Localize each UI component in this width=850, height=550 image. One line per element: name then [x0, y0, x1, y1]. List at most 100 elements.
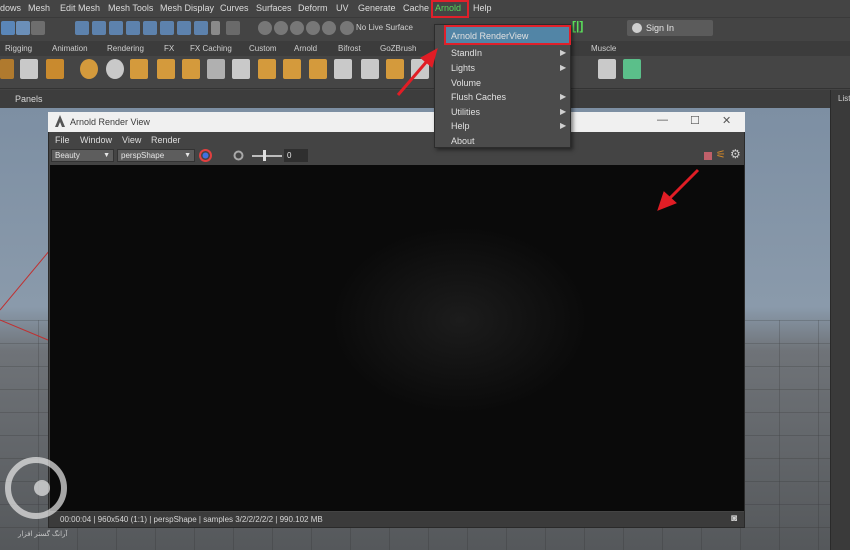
shelf-tool-icon[interactable]	[0, 59, 14, 79]
bracket-icon[interactable]: [|]	[572, 19, 583, 33]
chevron-right-icon: ▶	[560, 63, 567, 72]
bracket-tool-icon[interactable]	[130, 59, 148, 79]
checker-icon[interactable]	[598, 59, 616, 79]
minimize-icon[interactable]: —	[657, 114, 668, 126]
aov-select[interactable]: Beauty ▼	[51, 149, 114, 162]
shelf-tab-animation[interactable]: Animation	[52, 44, 88, 53]
frame-icon[interactable]	[334, 59, 352, 79]
corner-icon[interactable]	[386, 59, 404, 79]
cube-outline-icon[interactable]	[182, 59, 200, 79]
move-icon[interactable]	[75, 21, 89, 35]
menu-uv[interactable]: UV	[336, 3, 349, 13]
gear-icon[interactable]: ⚙	[730, 147, 741, 161]
rv-menu-file[interactable]: File	[55, 135, 70, 145]
menu-windows[interactable]: dows	[0, 3, 21, 13]
snap-curve-icon[interactable]	[143, 21, 157, 35]
channel-box-panel	[830, 90, 850, 550]
menu-surfaces[interactable]: Surfaces	[256, 3, 292, 13]
watermark-text: آرانگ گستر افزار	[18, 531, 68, 538]
menu-mesh-tools[interactable]: Mesh Tools	[108, 3, 153, 13]
network-icon[interactable]	[623, 59, 641, 79]
annotation-highlight-box	[431, 0, 469, 18]
constraint-icon[interactable]	[322, 21, 336, 35]
exposure-slider-thumb[interactable]	[263, 150, 266, 161]
watermark-logo	[5, 457, 67, 519]
lasso-icon[interactable]	[16, 21, 30, 35]
chevron-down-icon: ▼	[184, 152, 191, 159]
pencil-icon[interactable]	[232, 59, 250, 79]
menu-item-flush-caches[interactable]: Flush Caches	[451, 92, 506, 102]
menu-mesh[interactable]: Mesh	[28, 3, 50, 13]
shelf-tab-bifrost[interactable]: Bifrost	[338, 44, 361, 53]
live-surface-icon[interactable]	[340, 21, 354, 35]
panel-bar	[0, 90, 850, 108]
render-view-titlebar[interactable]	[48, 112, 745, 132]
rv-menu-render[interactable]: Render	[151, 135, 181, 145]
aov-select-value: Beauty	[55, 151, 80, 160]
shelf-tab-muscle[interactable]: Muscle	[591, 44, 616, 53]
shelf-tab-rendering[interactable]: Rendering	[107, 44, 144, 53]
symmetry-icon[interactable]	[274, 21, 288, 35]
bounds-icon[interactable]	[361, 59, 379, 79]
close-icon[interactable]: ✕	[722, 114, 731, 127]
grid-icon[interactable]	[207, 59, 225, 79]
camera-select[interactable]: perspShape ▼	[117, 149, 195, 162]
exposure-icon[interactable]	[232, 149, 245, 162]
box-icon[interactable]	[258, 59, 276, 79]
menu-deform[interactable]: Deform	[298, 3, 328, 13]
chevron-right-icon: ▶	[560, 107, 567, 116]
exposure-value-field[interactable]: 0	[284, 149, 308, 162]
maximize-icon[interactable]: ☐	[690, 114, 700, 127]
rotate-icon[interactable]	[92, 21, 106, 35]
lock-icon[interactable]	[211, 21, 220, 35]
camera-icon[interactable]: ◙	[731, 513, 737, 524]
menu-edit-mesh[interactable]: Edit Mesh	[60, 3, 100, 13]
menu-help[interactable]: Help	[473, 3, 492, 13]
text-tool-icon[interactable]	[20, 59, 38, 79]
menu-curves[interactable]: Curves	[220, 3, 249, 13]
rss-icon[interactable]: ⚟	[716, 148, 726, 161]
reflection-icon[interactable]	[290, 21, 304, 35]
rv-menu-window[interactable]: Window	[80, 135, 112, 145]
magnet-icon[interactable]	[306, 21, 320, 35]
menu-generate[interactable]: Generate	[358, 3, 396, 13]
live-surface-label[interactable]: No Live Surface	[356, 23, 413, 32]
scale-icon[interactable]	[109, 21, 123, 35]
menu-item-about[interactable]: About	[451, 136, 475, 146]
grid-cubes-icon[interactable]	[157, 59, 175, 79]
list-menu[interactable]: List	[838, 94, 850, 103]
resize-icon[interactable]	[411, 59, 429, 79]
snap-view-icon[interactable]	[177, 21, 191, 35]
menu-item-volume[interactable]: Volume	[451, 78, 481, 88]
stop-icon[interactable]	[704, 152, 712, 160]
render-status-text: 00:00:04 | 960x540 (1:1) | perspShape | …	[60, 515, 323, 524]
exposure-slider-track[interactable]	[252, 155, 282, 157]
shelf-tab-custom[interactable]: Custom	[249, 44, 277, 53]
cube-icon[interactable]	[309, 59, 327, 79]
snap-grid-icon[interactable]	[126, 21, 140, 35]
history-icon[interactable]	[226, 21, 240, 35]
soft-select-icon[interactable]	[258, 21, 272, 35]
shelf-tab-fx-caching[interactable]: FX Caching	[190, 44, 232, 53]
svg-tool-icon[interactable]	[46, 59, 64, 79]
menu-mesh-display[interactable]: Mesh Display	[160, 3, 214, 13]
panels-menu[interactable]: Panels	[15, 94, 43, 104]
shelf-tab-fx[interactable]: FX	[164, 44, 174, 53]
shelf-tab-gozbrush[interactable]: GoZBrush	[380, 44, 416, 53]
rv-menu-view[interactable]: View	[122, 135, 141, 145]
snap-point-icon[interactable]	[160, 21, 174, 35]
shelf-tab-arnold[interactable]: Arnold	[294, 44, 317, 53]
menu-item-utilities[interactable]: Utilities	[451, 107, 480, 117]
menu-cache[interactable]: Cache	[403, 3, 429, 13]
shelf-tab-rigging[interactable]: Rigging	[5, 44, 32, 53]
scatter-icon[interactable]	[283, 59, 301, 79]
menu-item-help[interactable]: Help	[451, 121, 470, 131]
menu-item-lights[interactable]: Lights	[451, 63, 475, 73]
snap-live-icon[interactable]	[194, 21, 208, 35]
stack-icon[interactable]	[80, 59, 98, 79]
paint-icon[interactable]	[31, 21, 45, 35]
color-wheel-icon[interactable]	[199, 149, 212, 162]
select-icon[interactable]	[1, 21, 15, 35]
menu-item-standin[interactable]: StandIn	[451, 48, 482, 58]
layers-icon[interactable]	[106, 59, 124, 79]
